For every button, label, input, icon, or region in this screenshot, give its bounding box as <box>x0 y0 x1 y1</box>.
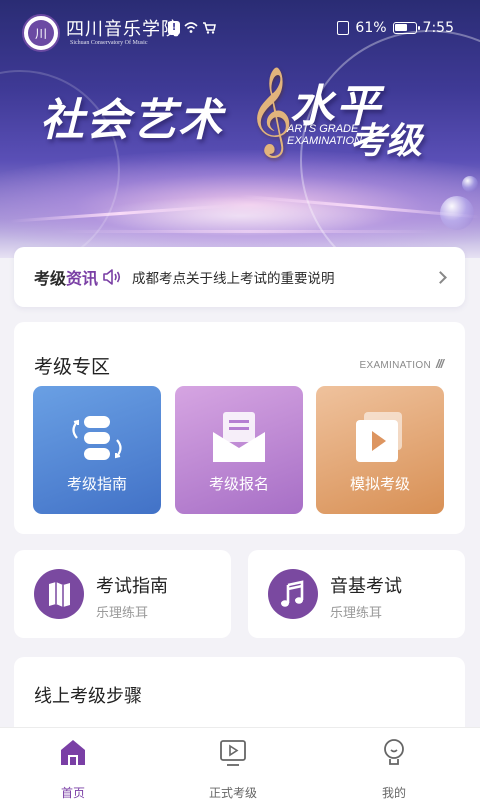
cart-icon <box>202 21 216 37</box>
user-icon <box>380 738 408 768</box>
tile-label: 模拟考级 <box>349 475 410 493</box>
guide-stack-icon <box>67 410 127 466</box>
school-logo: 川 <box>22 14 60 52</box>
tile-label: 考级指南 <box>66 475 127 493</box>
system-status: 61% 7:55 <box>337 20 454 36</box>
battery-icon <box>392 22 420 34</box>
card-subtitle: 乐理练耳 <box>96 606 149 621</box>
exam-zone-title-en: EXAMINATION /// <box>359 357 444 371</box>
card-title: 考试指南 <box>96 576 168 597</box>
banner-subtitle-line1: ARTS GRADE <box>287 123 359 135</box>
banner-title-part1: 社会艺术 <box>40 95 224 146</box>
battery-level <box>394 24 407 31</box>
tile-exam-registration[interactable]: 考级报名 <box>175 386 303 514</box>
tab-label: 我的 <box>381 786 406 800</box>
banner-subtitle: ARTS GRADE EXAMINATION <box>287 123 362 147</box>
wifi-icon <box>184 21 198 37</box>
banner-bubble <box>440 196 474 230</box>
notice-label-b: 资讯 <box>66 269 99 288</box>
music-note-icon <box>268 569 318 619</box>
card-music-basics-exam[interactable]: 音基考试 乐理练耳 <box>248 550 465 638</box>
tab-formal-exam[interactable]: 正式考级 <box>183 738 283 800</box>
status-bar: 川 四川音乐学院 Sichuan Conservatory Of Music !… <box>0 0 480 60</box>
chevron-right-icon[interactable] <box>434 270 447 284</box>
notice-label-a: 考级 <box>34 269 67 288</box>
tab-label: 首页 <box>60 786 85 800</box>
school-name-en: Sichuan Conservatory Of Music <box>70 40 148 46</box>
alert-icon: ! <box>168 21 180 35</box>
notification-icons: ! <box>168 21 216 37</box>
tile-exam-guide[interactable]: 考级指南 <box>33 386 161 514</box>
tile-label: 考级报名 <box>208 475 269 493</box>
hero-banner[interactable]: 川 四川音乐学院 Sichuan Conservatory Of Music !… <box>0 0 480 258</box>
notice-text[interactable]: 成都考点关于线上考试的重要说明 <box>132 267 436 287</box>
school-logo-mark: 川 <box>28 20 54 46</box>
map-icon <box>34 569 84 619</box>
clock: 7:55 <box>422 20 454 36</box>
slash-decoration-icon: /// <box>435 357 444 371</box>
card-subtitle: 乐理练耳 <box>330 606 383 621</box>
vibrate-icon <box>337 21 350 35</box>
speaker-icon <box>102 268 122 286</box>
banner-subtitle-line2: EXAMINATION <box>287 135 362 147</box>
exam-zone-card: 考级专区 EXAMINATION /// 考级指南 考级报名 模拟考级 <box>14 322 465 534</box>
battery-percent: 61% <box>355 20 387 36</box>
tab-label: 正式考级 <box>208 786 257 800</box>
bottom-tab-bar: 首页 正式考级 我的 <box>0 727 480 800</box>
tab-mine[interactable]: 我的 <box>344 738 444 800</box>
card-exam-guide[interactable]: 考试指南 乐理练耳 <box>14 550 231 638</box>
tab-home[interactable]: 首页 <box>23 738 123 800</box>
play-card-icon <box>350 410 410 466</box>
video-icon <box>219 738 247 768</box>
exam-zone-title: 考级专区 <box>34 356 111 378</box>
tile-mock-exam[interactable]: 模拟考级 <box>316 386 444 514</box>
exam-zone-title-en-text: EXAMINATION <box>359 360 431 371</box>
news-notice-bar[interactable]: 考级 资讯 成都考点关于线上考试的重要说明 <box>14 247 465 307</box>
home-icon <box>59 738 87 768</box>
banner-bubble <box>462 176 478 192</box>
envelope-icon <box>209 410 269 466</box>
steps-title: 线上考级步骤 <box>34 686 142 707</box>
card-title: 音基考试 <box>330 576 402 597</box>
school-name: 四川音乐学院 <box>66 19 180 40</box>
